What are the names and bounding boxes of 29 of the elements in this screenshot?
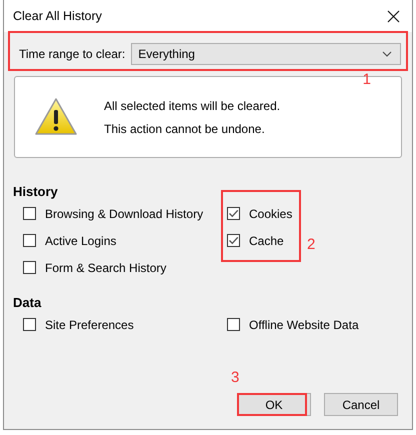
- checkbox[interactable]: [23, 207, 36, 220]
- close-icon[interactable]: [387, 10, 400, 22]
- dialog-button[interactable]: Cancel: [324, 393, 398, 416]
- window-title: Clear All History: [13, 9, 102, 23]
- checkbox[interactable]: [23, 261, 36, 274]
- checkbox[interactable]: [23, 318, 36, 331]
- annotation-number: 1: [362, 71, 371, 88]
- checkbox-label[interactable]: Cookies: [249, 206, 292, 220]
- chevron-down-icon: [382, 51, 392, 57]
- checkbox-label[interactable]: Cache: [249, 234, 284, 248]
- checkbox-label[interactable]: Offline Website Data: [249, 318, 359, 332]
- annotation-number: 3: [231, 369, 240, 386]
- annotation-number: 2: [307, 236, 316, 253]
- checkbox[interactable]: [227, 207, 240, 220]
- checkbox-label[interactable]: Site Preferences: [45, 318, 134, 332]
- checkbox-label[interactable]: Active Logins: [45, 234, 116, 248]
- annotation-frame: [237, 393, 307, 416]
- checkbox[interactable]: [227, 234, 240, 247]
- warning-text: This action cannot be undone.: [104, 122, 266, 136]
- time-range-dropdown[interactable]: Everything: [131, 43, 401, 65]
- section-heading: Data: [13, 295, 42, 310]
- warning-icon: [34, 97, 78, 137]
- checkbox-label[interactable]: Browsing & Download History: [45, 206, 204, 220]
- warning-text: All selected items will be cleared.: [104, 98, 280, 112]
- section-heading: History: [13, 184, 59, 199]
- checkbox-label[interactable]: Form & Search History: [45, 260, 166, 274]
- time-range-label: Time range to clear:: [19, 47, 126, 61]
- checkbox[interactable]: [227, 318, 240, 331]
- checkbox[interactable]: [23, 234, 36, 247]
